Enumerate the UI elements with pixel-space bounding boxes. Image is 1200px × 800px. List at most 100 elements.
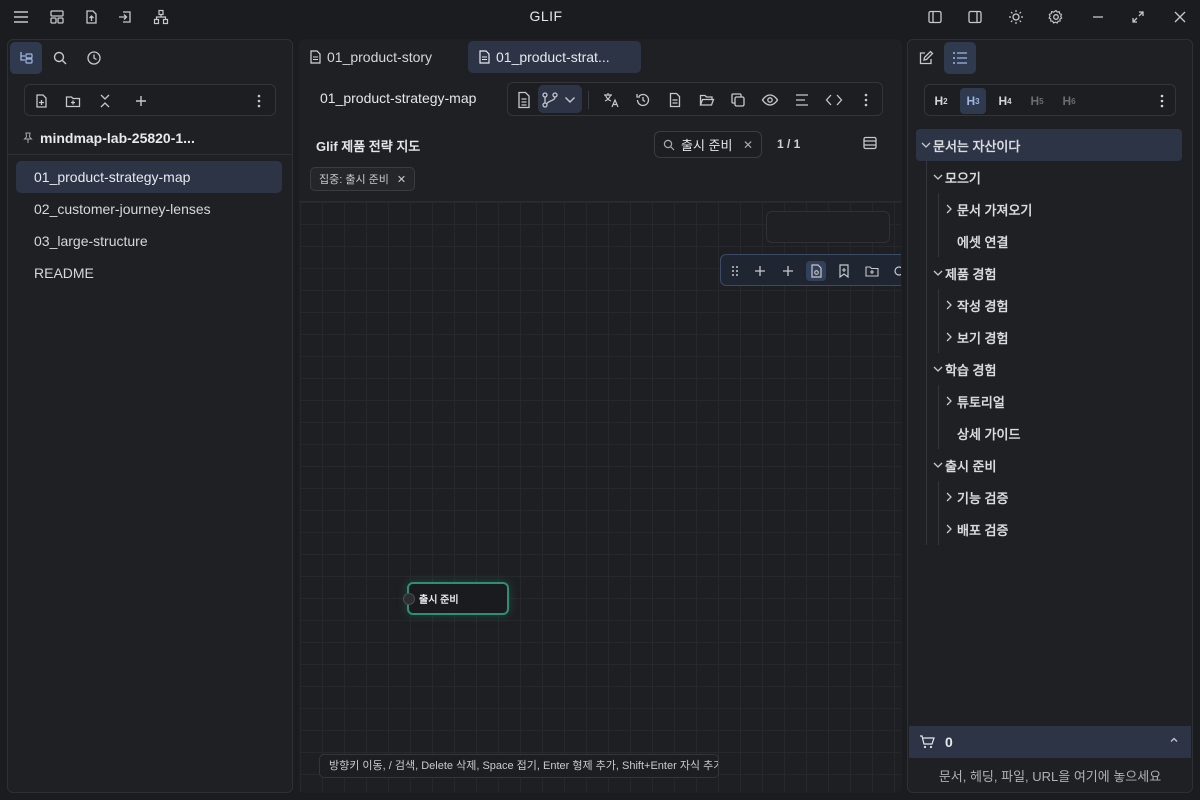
file-tree-icon[interactable] — [10, 42, 42, 74]
folder-open-icon[interactable] — [696, 89, 718, 111]
search-input[interactable] — [681, 137, 735, 152]
editor-area: 01_product-story 01_product-strat... 01_… — [299, 39, 902, 793]
guide-line — [938, 481, 939, 545]
chevron-down-icon[interactable] — [933, 173, 945, 181]
chevron-right-icon[interactable] — [945, 492, 957, 502]
chevron-right-icon[interactable] — [945, 300, 957, 310]
collapse-icon[interactable] — [95, 91, 115, 111]
list-icon[interactable] — [944, 42, 976, 74]
clear-search-icon[interactable]: ✕ — [743, 138, 753, 152]
code-icon[interactable] — [823, 89, 845, 111]
chevron-down-icon[interactable] — [921, 141, 933, 149]
outline-item[interactable]: 작성 경험 — [940, 289, 1008, 321]
outline-toggle-icon[interactable] — [862, 135, 878, 151]
sun-icon[interactable] — [1006, 7, 1026, 27]
divider — [8, 154, 292, 155]
outline-item[interactable]: 기능 검증 — [940, 481, 1008, 513]
heading-2-button[interactable]: H2 — [928, 88, 954, 114]
heading-4-button[interactable]: H4 — [992, 88, 1018, 114]
sidebar-left-icon[interactable] — [925, 7, 945, 27]
minimize-icon[interactable] — [1088, 7, 1108, 27]
plus-icon[interactable] — [131, 91, 151, 111]
collapse-toggle-icon[interactable] — [403, 593, 415, 605]
collection-cart[interactable]: 0 — [909, 726, 1191, 758]
file-item[interactable]: README — [16, 257, 282, 289]
chevron-down-icon[interactable] — [933, 461, 945, 469]
mindmap-canvas[interactable]: 출시 준비 — [300, 202, 901, 792]
mindmap-view-icon[interactable] — [539, 89, 561, 111]
chevron-right-icon[interactable] — [945, 332, 957, 342]
add-child-icon[interactable] — [778, 261, 798, 281]
bookmark-add-icon[interactable] — [834, 261, 854, 281]
right-sidebar: H2 H3 H4 H5 H6 문서는 자산이다 모으기 문서 가져오기 에셋 연… — [907, 39, 1193, 793]
heading-5-button[interactable]: H5 — [1024, 88, 1050, 114]
chevron-right-icon[interactable] — [945, 204, 957, 214]
new-file-icon[interactable] — [31, 91, 51, 111]
search-icon[interactable] — [44, 42, 76, 74]
chevron-down-icon[interactable] — [559, 89, 581, 111]
gear-icon[interactable] — [1046, 7, 1066, 27]
more-icon[interactable] — [855, 89, 877, 111]
chevron-down-icon[interactable] — [933, 365, 945, 373]
outline-item[interactable]: 보기 경험 — [940, 321, 1008, 353]
match-count: 1 / 1 — [777, 137, 801, 151]
outline-item[interactable]: 모으기 — [928, 161, 981, 193]
outline-item[interactable]: 상세 가이드 — [957, 417, 1020, 449]
file-item[interactable]: 02_customer-journey-lenses — [16, 193, 282, 225]
more-icon[interactable] — [249, 91, 269, 111]
more-icon[interactable] — [1149, 88, 1175, 114]
translate-icon[interactable] — [600, 89, 622, 111]
guide-line — [938, 385, 939, 449]
file-item[interactable]: 01_product-strategy-map — [16, 161, 282, 193]
outline-item[interactable]: 배포 검증 — [940, 513, 1008, 545]
outline-item[interactable]: 문서 가져오기 — [940, 193, 1032, 225]
edit-icon[interactable] — [910, 42, 942, 74]
outline-item[interactable]: 출시 준비 — [928, 449, 996, 481]
chevron-right-icon[interactable] — [945, 396, 957, 406]
clock-icon[interactable] — [78, 42, 110, 74]
file-info-icon[interactable] — [664, 89, 686, 111]
file-item[interactable]: 03_large-structure — [16, 225, 282, 257]
tab-product-strategy[interactable]: 01_product-strat... — [468, 41, 641, 73]
vault-header[interactable]: mindmap-lab-25820-1... — [22, 130, 195, 146]
link-icon[interactable] — [889, 261, 901, 281]
guide-line — [938, 289, 939, 353]
drop-zone[interactable]: 문서, 헤딩, 파일, URL을 여기에 놓으세요 — [909, 758, 1191, 792]
sidebar-right-icon[interactable] — [965, 7, 985, 27]
close-icon[interactable] — [1170, 7, 1190, 27]
chevron-right-icon[interactable] — [945, 524, 957, 534]
vault-name: mindmap-lab-25820-1... — [40, 130, 195, 146]
map-title: Glif 제품 전략 지도 — [316, 139, 421, 154]
history-icon[interactable] — [632, 89, 654, 111]
align-icon[interactable] — [791, 89, 813, 111]
outline-item[interactable]: 튜토리얼 — [940, 385, 1005, 417]
outline-item[interactable]: 제품 경험 — [928, 257, 996, 289]
close-icon[interactable]: ✕ — [397, 173, 406, 186]
outline-item[interactable]: 에셋 연결 — [957, 225, 1008, 257]
document-view-icon[interactable] — [513, 89, 535, 111]
copy-icon[interactable] — [727, 89, 749, 111]
maximize-icon[interactable] — [1128, 7, 1148, 27]
tab-product-story[interactable]: 01_product-story — [299, 41, 459, 73]
outline-item[interactable]: 학습 경험 — [928, 353, 996, 385]
pin-icon — [22, 132, 34, 144]
add-folder-icon[interactable] — [862, 261, 882, 281]
file-list: 01_product-strategy-map 02_customer-jour… — [16, 161, 282, 289]
add-sibling-icon[interactable] — [750, 261, 770, 281]
chevron-up-icon[interactable] — [1169, 736, 1179, 744]
keyboard-hint: 방향키 이동, / 검색, Delete 삭제, Space 접기, Enter… — [319, 754, 719, 778]
link-document-icon[interactable] — [806, 261, 826, 281]
document-icon — [309, 50, 322, 64]
guide-line — [926, 161, 927, 545]
new-folder-icon[interactable] — [63, 91, 83, 111]
heading-level-bar: H2 H3 H4 H5 H6 — [924, 84, 1176, 116]
eye-icon[interactable] — [759, 89, 781, 111]
chevron-down-icon[interactable] — [933, 269, 945, 277]
drag-handle-icon[interactable] — [725, 261, 745, 281]
mindmap-node[interactable]: 출시 준비 — [403, 582, 509, 615]
document-tabs: 01_product-story 01_product-strat... — [299, 41, 902, 73]
minimap — [766, 211, 890, 243]
heading-6-button[interactable]: H6 — [1056, 88, 1082, 114]
outline-item[interactable]: 문서는 자산이다 — [916, 129, 1182, 161]
heading-3-button[interactable]: H3 — [960, 88, 986, 114]
